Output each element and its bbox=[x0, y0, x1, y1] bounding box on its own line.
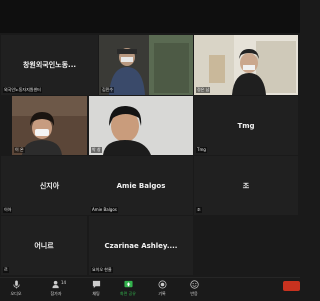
participant-label: 박 창 bbox=[91, 147, 102, 153]
participants-label: 참가자 bbox=[50, 291, 62, 296]
reactions-button[interactable]: 반응 bbox=[182, 280, 206, 297]
participant-name: Czarinae Ashley.... bbox=[104, 241, 178, 250]
participant-label: 이아 bbox=[3, 207, 13, 213]
participant-label: 조 bbox=[196, 207, 202, 213]
share-screen-button[interactable]: 화면 공유 bbox=[116, 280, 140, 297]
record-button[interactable]: 기록 bbox=[150, 280, 174, 297]
participants-icon bbox=[51, 280, 59, 289]
participant-name: 어니르 bbox=[34, 241, 54, 250]
video-grid: 창원외국인노동... 외국인노동자지원센터 김민수 정은 남 이 온 박 창 T… bbox=[0, 33, 300, 277]
participant-tile[interactable]: 이 온 bbox=[12, 96, 87, 155]
participant-tile[interactable]: 김민수 bbox=[99, 35, 193, 95]
participant-label: 요이오 한울 bbox=[91, 267, 113, 273]
participant-name: 창원외국인노동... bbox=[22, 61, 77, 69]
participant-tile[interactable]: 신지아 이아 bbox=[1, 156, 98, 215]
participant-label: 외국인노동자지원센터 bbox=[3, 87, 42, 93]
participant-label: Tmg bbox=[196, 147, 207, 153]
participant-label: 김민수 bbox=[101, 87, 115, 93]
mic-icon bbox=[12, 280, 20, 289]
participant-tile[interactable]: Amie Balgos Amie Balgos bbox=[89, 156, 193, 215]
chat-icon bbox=[92, 280, 100, 289]
participant-label: 르 bbox=[3, 267, 9, 273]
participant-tile[interactable]: Tmg Tmg bbox=[194, 96, 298, 155]
participant-tile[interactable]: 조 조 bbox=[194, 156, 298, 215]
participant-tile[interactable]: 창원외국인노동... 외국인노동자지원센터 bbox=[1, 35, 98, 95]
meeting-toolbar: 오디오 14 참가자 채팅 화면 공유 기록 반응 bbox=[0, 277, 300, 301]
audio-label: 오디오 bbox=[10, 291, 22, 296]
chat-button[interactable]: 채팅 bbox=[84, 280, 108, 297]
participant-video bbox=[194, 35, 298, 95]
audio-button[interactable]: 오디오 bbox=[4, 280, 28, 297]
participants-button[interactable]: 14 참가자 bbox=[44, 280, 68, 297]
participant-tile[interactable]: Czarinae Ashley.... 요이오 한울 bbox=[89, 216, 193, 275]
participant-label: Amie Balgos bbox=[91, 207, 118, 213]
participant-video bbox=[89, 96, 193, 155]
participant-tile-active-speaker[interactable]: 정은 남 bbox=[194, 35, 298, 95]
participant-tile[interactable]: 박 창 bbox=[89, 96, 193, 155]
end-meeting-button[interactable] bbox=[283, 281, 300, 291]
participant-tile[interactable]: 어니르 르 bbox=[1, 216, 87, 275]
record-icon bbox=[158, 280, 166, 289]
record-label: 기록 bbox=[158, 291, 166, 296]
participants-count: 14 bbox=[61, 280, 67, 285]
participant-label: 이 온 bbox=[14, 147, 25, 153]
reactions-icon bbox=[189, 280, 199, 289]
participant-name: Amie Balgos bbox=[116, 181, 166, 190]
chat-label: 채팅 bbox=[92, 291, 100, 296]
participant-label: 정은 남 bbox=[196, 87, 211, 93]
share-screen-icon bbox=[123, 280, 133, 288]
participant-name: 조 bbox=[242, 181, 250, 190]
participant-name: Tmg bbox=[237, 121, 255, 130]
participant-video bbox=[99, 35, 193, 95]
top-bar bbox=[0, 0, 300, 33]
participant-name: 신지아 bbox=[39, 181, 60, 190]
reactions-label: 반응 bbox=[190, 291, 198, 296]
share-screen-label: 화면 공유 bbox=[120, 291, 136, 296]
